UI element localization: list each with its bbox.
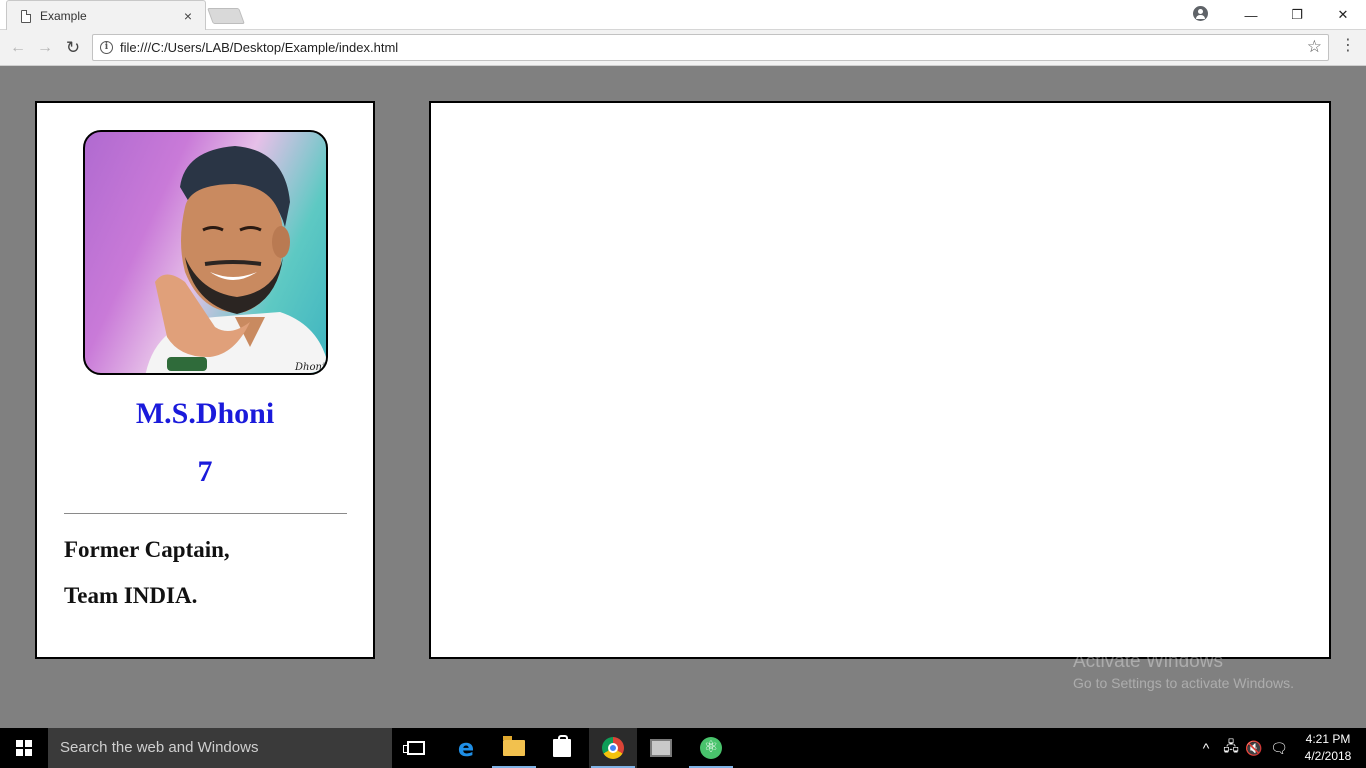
store-taskbar-button[interactable]	[538, 728, 586, 768]
notifications-icon[interactable]: 🗨	[1267, 728, 1291, 768]
network-status-icon[interactable]: 🖧	[1219, 728, 1243, 768]
chrome-taskbar-button[interactable]	[589, 728, 637, 768]
clock-date: 4/2/2018	[1304, 749, 1352, 763]
new-tab-button[interactable]	[207, 8, 245, 24]
back-arrow-icon[interactable]: ←	[7, 37, 29, 59]
network-app-icon	[650, 739, 672, 757]
taskbar-search-input[interactable]: Search the web and Windows	[48, 728, 392, 768]
player-name: M.S.Dhoni	[135, 397, 275, 430]
start-button[interactable]	[0, 728, 48, 768]
atom-taskbar-button[interactable]: ⚛	[687, 728, 735, 768]
jersey-number: 7	[197, 455, 213, 488]
svg-text:Dhoni: Dhoni	[294, 362, 325, 373]
divider	[64, 513, 347, 514]
tab-title: Example	[40, 9, 87, 23]
reload-icon[interactable]: ↻	[62, 37, 84, 59]
folder-icon	[503, 736, 525, 756]
task-view-icon	[403, 741, 425, 755]
window-controls: — ❐ ✕	[1228, 0, 1366, 30]
address-bar[interactable]: i file:///C:/Users/LAB/Desktop/Example/i…	[92, 34, 1329, 61]
url-text[interactable]: file:///C:/Users/LAB/Desktop/Example/ind…	[120, 40, 398, 55]
browser-titlebar: Example × — ❐ ✕	[0, 0, 1366, 30]
taskbar-clock[interactable]: 4:21 PM 4/2/2018	[1296, 731, 1360, 765]
description-line-1: Former Captain,	[64, 537, 230, 562]
browser-toolbar: ← → ↻ i file:///C:/Users/LAB/Desktop/Exa…	[0, 30, 1366, 66]
atom-icon: ⚛	[700, 737, 722, 759]
tab-close-button[interactable]: ×	[181, 8, 195, 24]
network-app-taskbar-button[interactable]	[637, 728, 685, 768]
activate-windows-watermark: Activate Windows Go to Settings to activ…	[1073, 651, 1294, 691]
portrait-illustration: Dhoni	[145, 146, 326, 373]
edge-taskbar-button[interactable]: e	[442, 728, 490, 768]
store-icon	[553, 735, 571, 757]
close-window-button[interactable]: ✕	[1320, 0, 1366, 30]
main-content-panel	[429, 101, 1331, 659]
restore-button[interactable]: ❐	[1274, 0, 1320, 30]
chrome-icon	[602, 737, 624, 759]
player-photo: Dhoni	[83, 130, 328, 375]
watermark-title: Activate Windows	[1073, 651, 1223, 672]
page-favicon-icon	[21, 9, 31, 23]
forward-arrow-icon[interactable]: →	[34, 37, 56, 59]
description-line-2: Team INDIA.	[64, 583, 198, 608]
info-icon[interactable]: i	[100, 41, 113, 54]
windows-logo-icon	[16, 740, 32, 756]
bookmark-star-icon[interactable]: ☆	[1307, 37, 1322, 57]
edge-icon: e	[457, 734, 475, 762]
windows-taskbar: Search the web and Windows e ⚛ ^ 🖧 🔇 🗨 4…	[0, 728, 1366, 768]
file-explorer-taskbar-button[interactable]	[490, 728, 538, 768]
clock-time: 4:21 PM	[1305, 732, 1351, 746]
volume-muted-icon[interactable]: 🔇	[1243, 728, 1265, 768]
task-view-button[interactable]	[392, 728, 440, 768]
tray-overflow-chevron-icon[interactable]: ^	[1196, 728, 1216, 768]
minimize-button[interactable]: —	[1228, 0, 1274, 30]
menu-icon[interactable]: ⋮	[1340, 38, 1356, 54]
watermark-subtitle: Go to Settings to activate Windows.	[1073, 675, 1294, 691]
browser-tab[interactable]: Example ×	[6, 0, 206, 30]
profile-icon[interactable]	[1193, 6, 1208, 21]
profile-card: Dhoni M.S.Dhoni 7 Former Captain, Team I…	[35, 101, 375, 659]
